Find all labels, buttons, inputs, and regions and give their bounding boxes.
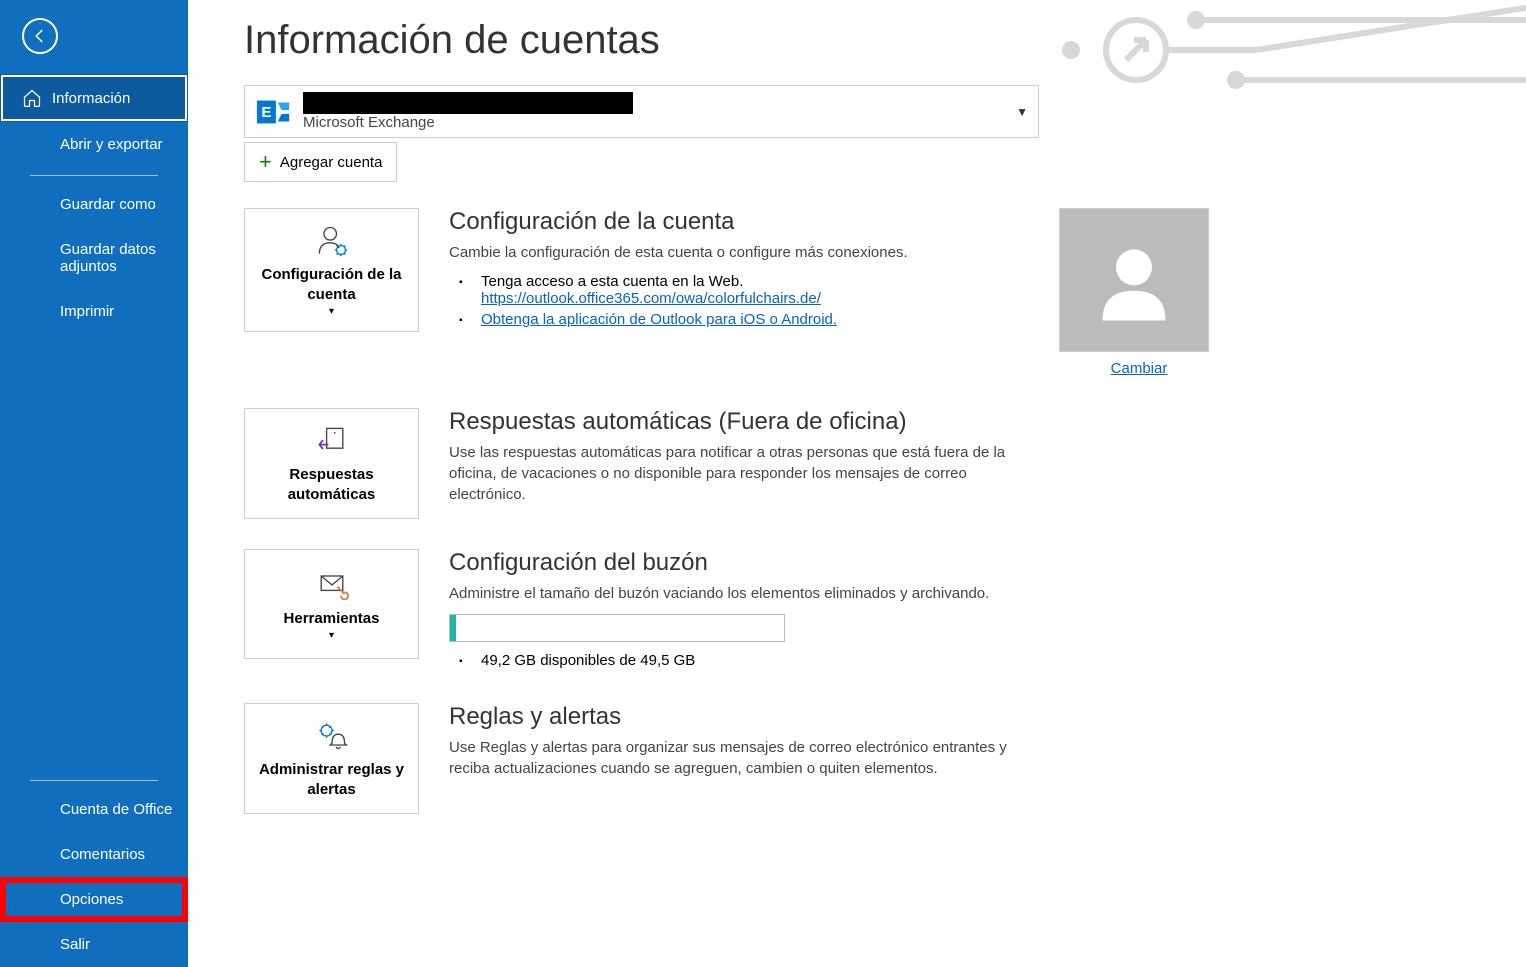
button-label: Configuración de la cuenta <box>253 265 410 304</box>
section-body: Reglas y alertas Use Reglas y alertas pa… <box>449 703 1029 779</box>
spacer <box>0 334 188 772</box>
backstage-sidebar: Información Abrir y exportar Guardar com… <box>0 0 188 967</box>
storage-text: 49,2 GB disponibles de 49,5 GB <box>449 652 1029 669</box>
tools-icon <box>314 567 350 603</box>
account-info: Microsoft Exchange <box>303 92 1006 131</box>
add-account-label: Agregar cuenta <box>280 154 383 171</box>
progress-fill <box>450 615 456 641</box>
sidebar-label: Abrir y exportar <box>60 136 163 153</box>
section-description: Administre el tamaño del buzón vaciando … <box>449 583 1029 604</box>
rules-alerts-button[interactable]: Administrar reglas y alertas <box>244 703 419 814</box>
chevron-down-icon: ▾ <box>329 630 334 641</box>
sidebar-label: Información <box>52 90 130 107</box>
auto-replies-button[interactable]: Respuestas automáticas <box>244 408 419 519</box>
section-title: Reglas y alertas <box>449 703 1029 731</box>
avatar-placeholder <box>1059 208 1209 352</box>
account-selector[interactable]: E Microsoft Exchange ▼ <box>244 85 1039 138</box>
sidebar-item-guardar-como[interactable]: Guardar como <box>0 182 188 227</box>
section-mailbox: Herramientas ▾ Configuración del buzón A… <box>244 549 1486 673</box>
section-description: Use las respuestas automáticas para noti… <box>449 442 1029 505</box>
account-email-redacted <box>303 92 633 114</box>
sidebar-item-cuenta-office[interactable]: Cuenta de Office <box>0 787 188 832</box>
bullet-web-access: Tenga acceso a esta cuenta en la Web. ht… <box>449 273 1029 307</box>
add-account-button[interactable]: + Agregar cuenta <box>244 142 397 182</box>
section-rules: Administrar reglas y alertas Reglas y al… <box>244 703 1486 814</box>
svg-text:E: E <box>261 103 271 120</box>
bullet-text: Tenga acceso a esta cuenta en la Web. <box>481 273 743 290</box>
back-button[interactable] <box>22 18 58 54</box>
sidebar-item-guardar-adjuntos[interactable]: Guardar datos adjuntos <box>0 227 188 289</box>
section-body: Configuración de la cuenta Cambie la con… <box>449 208 1029 332</box>
plus-icon: + <box>259 151 272 173</box>
button-label: Administrar reglas y alertas <box>253 760 410 799</box>
content-pane: Información de cuentas E Microsoft Excha… <box>188 0 1526 967</box>
mobile-app-link[interactable]: Obtenga la aplicación de Outlook para iO… <box>481 311 837 328</box>
divider <box>30 175 158 176</box>
section-account-config: Configuración de la cuenta ▾ Configuraci… <box>244 208 1486 378</box>
sidebar-label: Salir <box>60 936 90 953</box>
sidebar-label: Guardar como <box>60 196 156 213</box>
sidebar-item-informacion[interactable]: Información <box>0 74 188 122</box>
user-gear-icon <box>314 223 350 259</box>
divider <box>30 780 158 781</box>
section-description: Cambie la configuración de esta cuenta o… <box>449 242 1029 263</box>
owa-link[interactable]: https://outlook.office365.com/owa/colorf… <box>481 290 821 307</box>
dropdown-arrow-icon[interactable]: ▼ <box>1016 105 1028 119</box>
sidebar-label: Comentarios <box>60 846 145 863</box>
rules-bell-icon <box>314 718 350 754</box>
change-photo-link[interactable]: Cambiar <box>1111 360 1168 377</box>
sidebar-label: Imprimir <box>60 303 114 320</box>
sidebar-item-opciones[interactable]: Opciones <box>0 877 188 922</box>
sidebar-item-imprimir[interactable]: Imprimir <box>0 289 188 334</box>
storage-progress-bar <box>449 614 785 642</box>
sidebar-item-comentarios[interactable]: Comentarios <box>0 832 188 877</box>
auto-reply-icon <box>314 423 350 459</box>
avatar-column: Cambiar <box>1059 208 1219 378</box>
chevron-down-icon: ▾ <box>329 306 334 317</box>
section-body: Configuración del buzón Administre el ta… <box>449 549 1029 673</box>
section-body: Respuestas automáticas (Fuera de oficina… <box>449 408 1029 505</box>
bullet-mobile-app: Obtenga la aplicación de Outlook para iO… <box>449 311 1029 328</box>
section-auto-replies: Respuestas automáticas Respuestas automá… <box>244 408 1486 519</box>
sections: Configuración de la cuenta ▾ Configuraci… <box>244 208 1486 814</box>
sidebar-item-abrir-exportar[interactable]: Abrir y exportar <box>0 122 188 167</box>
section-title: Configuración del buzón <box>449 549 1029 577</box>
account-type: Microsoft Exchange <box>303 114 1006 131</box>
sidebar-item-salir[interactable]: Salir <box>0 922 188 967</box>
section-description: Use Reglas y alertas para organizar sus … <box>449 737 1029 779</box>
account-settings-button[interactable]: Configuración de la cuenta ▾ <box>244 208 419 332</box>
sidebar-label: Cuenta de Office <box>60 801 172 818</box>
exchange-icon: E <box>255 93 293 131</box>
section-title: Respuestas automáticas (Fuera de oficina… <box>449 408 1029 436</box>
home-icon <box>22 88 42 108</box>
button-label: Herramientas <box>284 609 380 629</box>
page-title: Información de cuentas <box>244 18 1486 63</box>
sidebar-label: Opciones <box>60 891 123 908</box>
sidebar-label: Guardar datos adjuntos <box>60 241 176 275</box>
tools-button[interactable]: Herramientas ▾ <box>244 549 419 659</box>
button-label: Respuestas automáticas <box>253 465 410 504</box>
section-title: Configuración de la cuenta <box>449 208 1029 236</box>
